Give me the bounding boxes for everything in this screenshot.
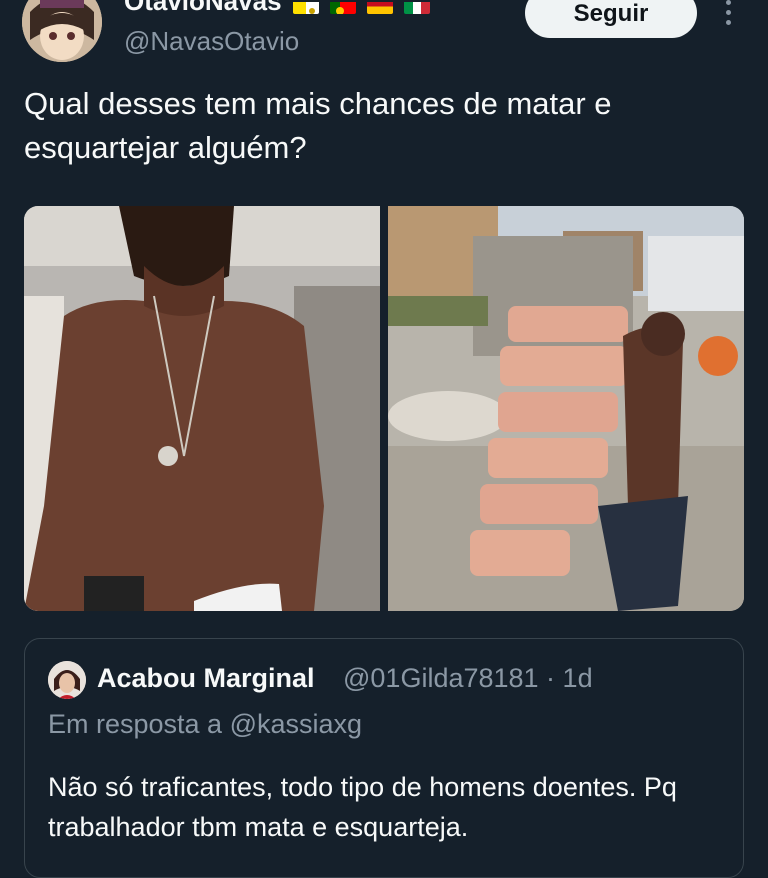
tweet-media[interactable] — [24, 206, 744, 611]
portugal-flag-icon — [330, 0, 356, 14]
photo-right[interactable] — [388, 206, 744, 611]
author-name-text: OtavioNavas — [124, 0, 282, 16]
follow-button[interactable]: Seguir — [525, 0, 697, 38]
author-display-name[interactable]: OtavioNavas — [124, 0, 434, 19]
italy-flag-icon — [404, 0, 431, 14]
quote-display-name[interactable]: Acabou Marginal — [97, 663, 315, 694]
tweet-text: Qual desses tem mais chances de matar e … — [24, 86, 612, 165]
anime-avatar-icon — [22, 0, 102, 62]
quote-handle-time[interactable]: @01Gilda78181 · 1d — [343, 663, 593, 694]
quote-reply-to: Em resposta a @kassiaxg — [48, 709, 363, 739]
photo-left[interactable] — [24, 206, 380, 611]
quoted-tweet[interactable]: Acabou Marginal @01Gilda78181 · 1d Em re… — [24, 638, 744, 878]
quote-avatar[interactable] — [48, 661, 86, 699]
flag-emojis — [292, 0, 435, 19]
spain-flag-icon — [367, 0, 394, 14]
vatican-flag-icon — [292, 0, 319, 14]
author-avatar[interactable] — [22, 0, 102, 62]
more-vertical-icon[interactable] — [722, 0, 734, 30]
author-handle[interactable]: @NavasOtavio — [124, 26, 299, 57]
quote-text: Não só traficantes, todo tipo de homens … — [48, 772, 677, 842]
